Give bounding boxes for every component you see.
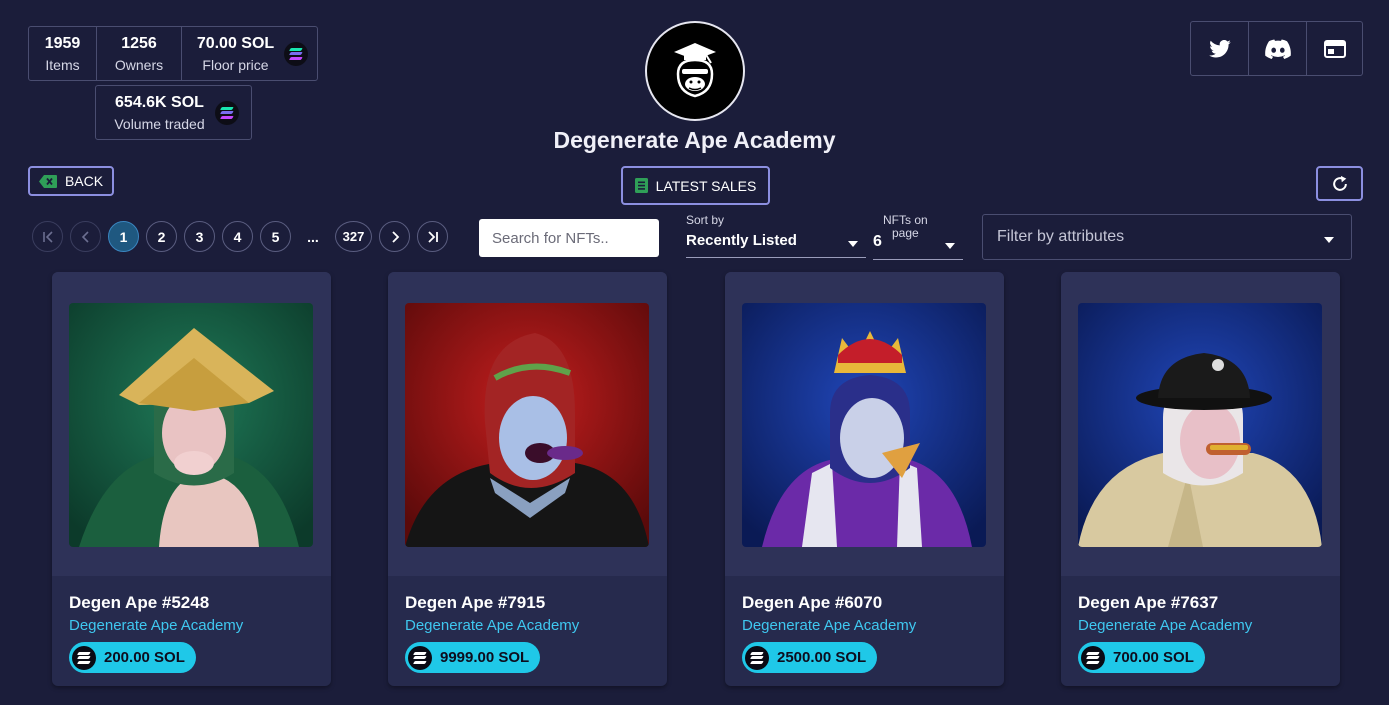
- social-links: [1190, 21, 1363, 76]
- nft-card[interactable]: Degen Ape #5248 Degenerate Ape Academy 2…: [52, 272, 331, 686]
- collection-stats: 1959 Items 1256 Owners 70.00 SOL Floor p…: [28, 26, 318, 81]
- solana-icon: [745, 645, 769, 670]
- previous-page-button[interactable]: [70, 221, 101, 252]
- browser-window-icon: [1323, 39, 1346, 58]
- page-button-5[interactable]: 5: [260, 221, 291, 252]
- attribute-filter-select[interactable]: Filter by attributes: [982, 214, 1352, 260]
- chevron-down-icon: [848, 241, 858, 247]
- ape-artwork: [742, 303, 986, 547]
- list-icon: [634, 178, 648, 193]
- nft-image[interactable]: [69, 303, 313, 547]
- price-badge[interactable]: 9999.00 SOL: [405, 642, 541, 673]
- chevron-right-icon: [391, 230, 399, 243]
- page-button-2[interactable]: 2: [146, 221, 177, 252]
- price-value: 2500.00 SOL: [777, 649, 867, 666]
- solana-icon: [284, 41, 309, 66]
- solana-icon: [408, 645, 432, 670]
- next-page-button[interactable]: [379, 221, 410, 252]
- nft-card[interactable]: Degen Ape #6070 Degenerate Ape Academy 2…: [725, 272, 1004, 686]
- sort-value: Recently Listed: [686, 232, 797, 249]
- price-badge[interactable]: 200.00 SOL: [69, 642, 196, 673]
- latest-sales-label: LATEST SALES: [655, 177, 757, 194]
- stat-label: Owners: [114, 56, 164, 73]
- nft-image[interactable]: [405, 303, 649, 547]
- nft-name[interactable]: Degen Ape #5248: [69, 593, 209, 613]
- nft-image[interactable]: [1078, 303, 1322, 547]
- nft-card[interactable]: Degen Ape #7915 Degenerate Ape Academy 9…: [388, 272, 667, 686]
- stat-value: 654.6K SOL: [115, 93, 204, 111]
- stat-value: 70.00 SOL: [196, 34, 275, 52]
- back-label: BACK: [64, 173, 104, 189]
- refresh-button[interactable]: [1316, 166, 1363, 201]
- nft-card[interactable]: Degen Ape #7637 Degenerate Ape Academy 7…: [1061, 272, 1340, 686]
- price-badge[interactable]: 2500.00 SOL: [742, 642, 878, 673]
- nft-collection-link[interactable]: Degenerate Ape Academy: [1078, 617, 1252, 634]
- twitter-button[interactable]: [1191, 22, 1248, 75]
- latest-sales-button[interactable]: LATEST SALES: [621, 166, 770, 205]
- card-image-area: [725, 272, 1004, 576]
- refresh-icon: [1332, 175, 1347, 191]
- solana-icon: [214, 100, 239, 125]
- stat-label: Floor price: [202, 56, 269, 73]
- price-value: 700.00 SOL: [1113, 649, 1194, 666]
- chevron-left-icon: [81, 230, 89, 243]
- price-value: 200.00 SOL: [104, 649, 185, 666]
- backspace-icon: [38, 174, 57, 188]
- chevron-down-icon: [1324, 237, 1334, 243]
- stat-value: 1256: [121, 34, 157, 52]
- last-page-icon: [427, 230, 438, 243]
- per-page-select[interactable]: NFTs on page 6: [873, 213, 963, 260]
- ape-artwork: [69, 303, 313, 547]
- nft-collection-link[interactable]: Degenerate Ape Academy: [405, 617, 579, 634]
- stat-items: 1959 Items: [29, 27, 96, 80]
- page-button-last[interactable]: 327: [335, 221, 372, 252]
- nft-collection-link[interactable]: Degenerate Ape Academy: [69, 617, 243, 634]
- stat-floor-price: 70.00 SOL Floor price: [181, 27, 317, 80]
- ape-artwork: [1078, 303, 1322, 547]
- price-value: 9999.00 SOL: [440, 649, 530, 666]
- filter-placeholder: Filter by attributes: [997, 228, 1125, 245]
- page-ellipsis: ...: [307, 228, 319, 245]
- collection-title: Degenerate Ape Academy: [553, 127, 836, 153]
- stat-owners: 1256 Owners: [96, 27, 181, 80]
- twitter-icon: [1208, 39, 1231, 57]
- stat-value: 1959: [44, 34, 81, 52]
- nft-name[interactable]: Degen Ape #7637: [1078, 593, 1218, 613]
- ape-logo-icon: [674, 43, 716, 98]
- first-page-button[interactable]: [32, 221, 63, 252]
- sort-select[interactable]: Sort by Recently Listed: [686, 213, 866, 258]
- per-page-caption: NFTs on page: [883, 214, 928, 240]
- stat-label: Items: [45, 56, 80, 73]
- page-button-3[interactable]: 3: [184, 221, 215, 252]
- solana-icon: [1081, 645, 1105, 670]
- collection-avatar: [645, 21, 745, 121]
- last-page-button[interactable]: [417, 221, 448, 252]
- card-image-area: [388, 272, 667, 576]
- ape-artwork: [405, 303, 649, 547]
- page-button-4[interactable]: 4: [222, 221, 253, 252]
- first-page-icon: [42, 230, 53, 243]
- back-button[interactable]: BACK: [28, 166, 114, 196]
- per-page-caption-line2: page: [891, 226, 919, 240]
- chevron-down-icon: [945, 243, 955, 249]
- sort-caption: Sort by: [686, 213, 725, 227]
- price-badge[interactable]: 700.00 SOL: [1078, 642, 1205, 673]
- card-image-area: [1061, 272, 1340, 576]
- discord-icon: [1264, 39, 1291, 59]
- solana-icon: [72, 645, 96, 670]
- search-input[interactable]: [479, 219, 659, 257]
- website-button[interactable]: [1306, 22, 1362, 75]
- nft-image[interactable]: [742, 303, 986, 547]
- nft-name[interactable]: Degen Ape #6070: [742, 593, 882, 613]
- nft-name[interactable]: Degen Ape #7915: [405, 593, 545, 613]
- card-image-area: [52, 272, 331, 576]
- page-button-1[interactable]: 1: [108, 221, 139, 252]
- nft-collection-link[interactable]: Degenerate Ape Academy: [742, 617, 916, 634]
- discord-button[interactable]: [1248, 22, 1306, 75]
- pagination: 1 2 3 4 5 ... 327: [32, 221, 455, 252]
- per-page-value: 6: [873, 233, 882, 250]
